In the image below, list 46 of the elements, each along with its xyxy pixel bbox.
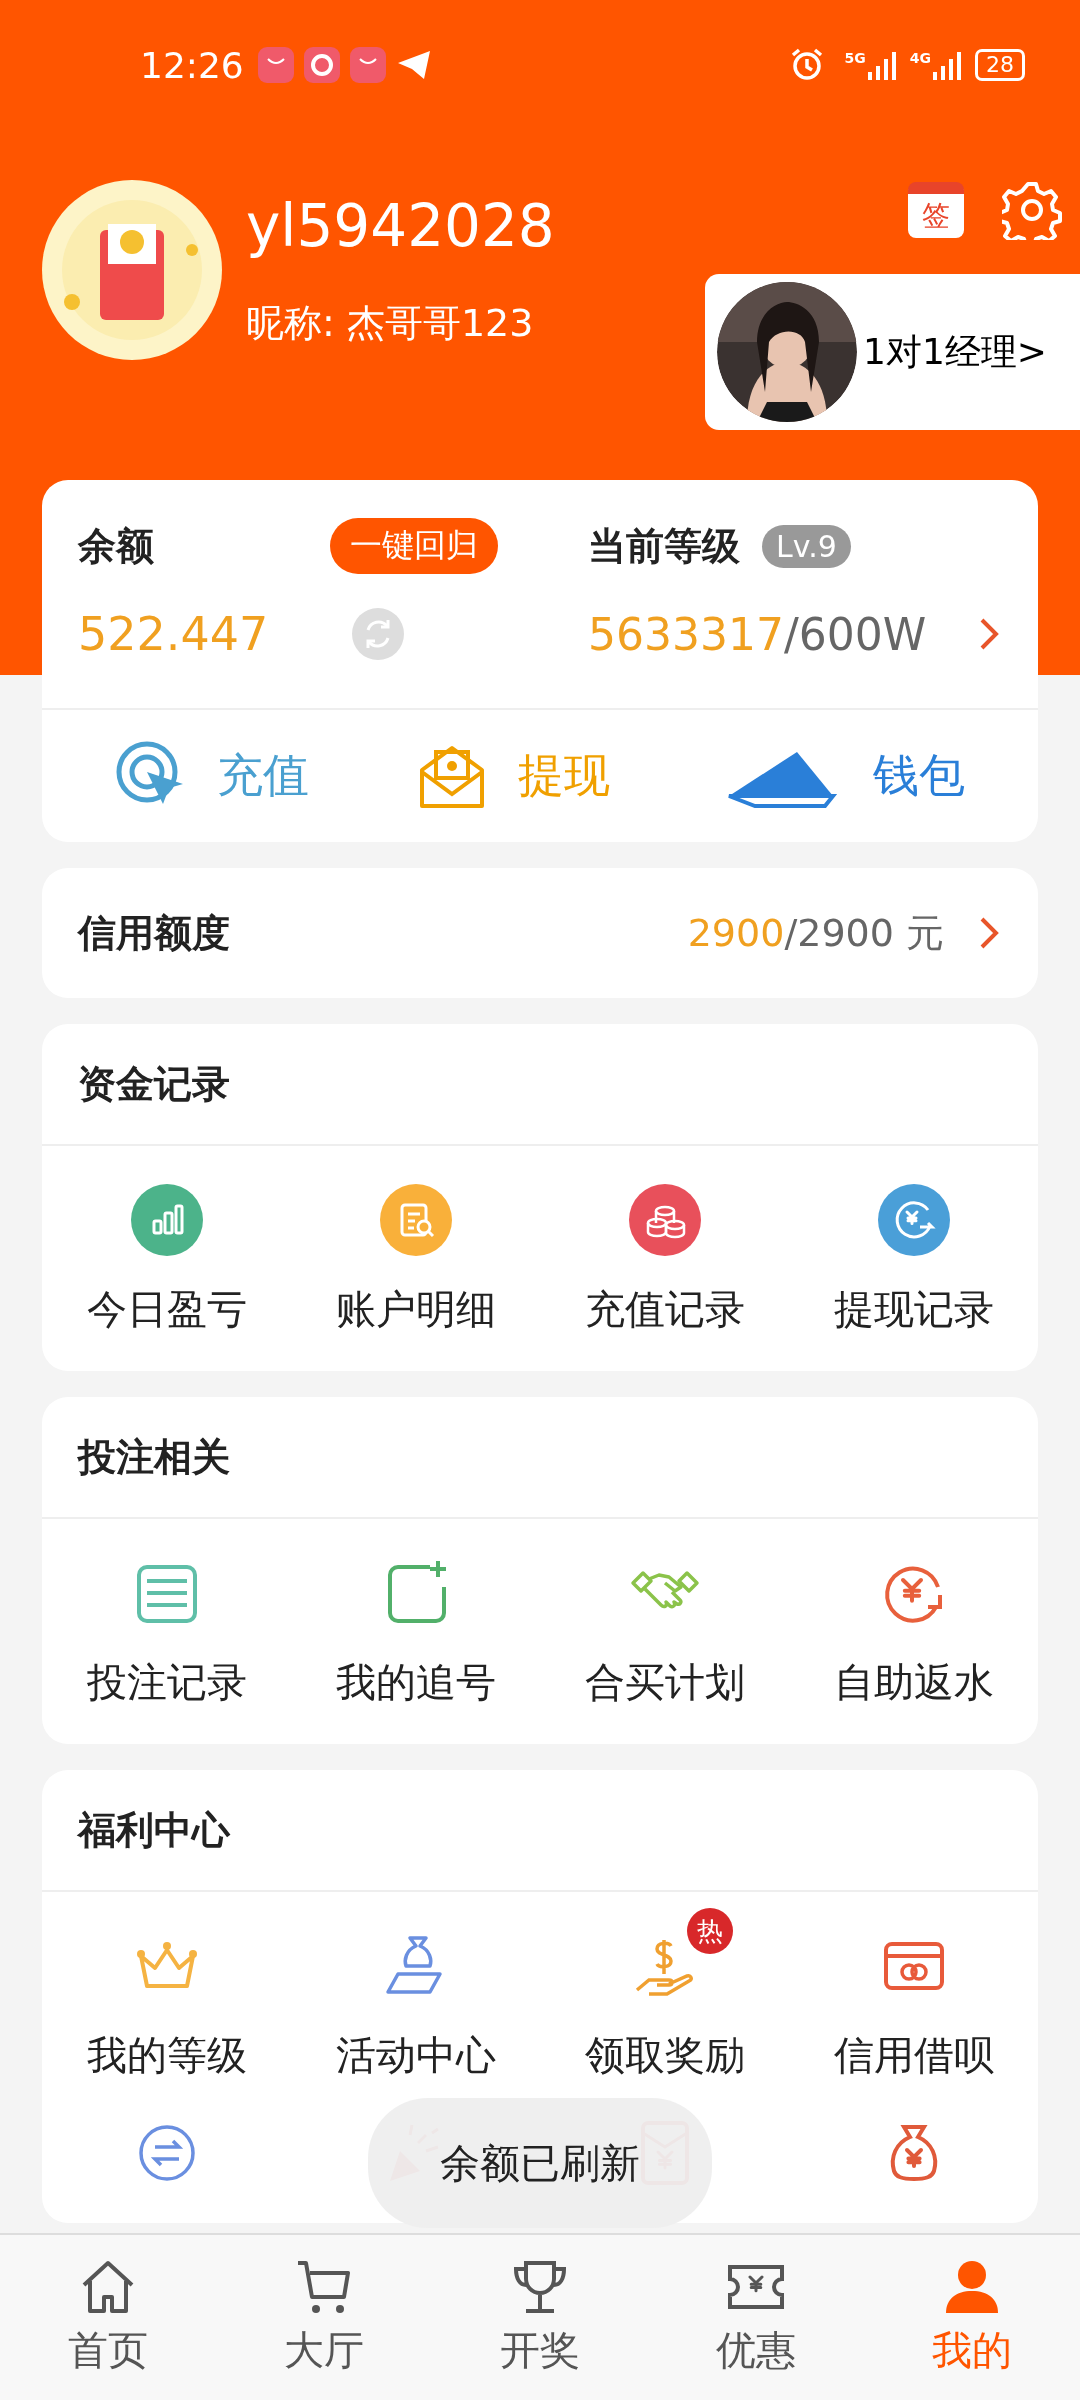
menu-item[interactable]: 账户明细 [335,1184,496,1337]
level-badge: Lv.9 [762,524,851,568]
action-button[interactable]: 钱包 [716,740,965,812]
document-search-icon [379,1184,452,1256]
credit-value: 2900/2900 元 [687,909,944,957]
nav-tab[interactable]: 优惠 [648,2235,864,2400]
level-label: 当前等级 [588,522,740,570]
credit-card-panel[interactable]: 信用额度 2900/2900 元 [42,868,1038,998]
menu-item[interactable]: 自助返水 [833,1557,994,1710]
section-title: 投注相关 [78,1433,230,1481]
nav-tab[interactable]: 大厅 [216,2235,432,2400]
network-label: 4G [909,50,931,66]
balance-label: 余额 [78,522,154,570]
nickname: 昵称: 杰哥哥123 [246,300,535,347]
manager-card[interactable]: 1对1经理> [705,274,1080,430]
battery-level: 28 [975,49,1025,81]
hot-badge: 热 [686,1908,733,1954]
ring-app-icon [303,47,340,83]
username: yl5942028 [246,192,555,260]
bar-chart-icon [130,1184,203,1256]
menu-item[interactable]: 活动中心 [335,1930,496,2083]
credit-label: 信用额度 [78,909,230,957]
menu-item[interactable]: 我的追号 [335,1557,496,1710]
settings-icon[interactable] [1002,180,1062,240]
menu-item[interactable]: 提现记录 [833,1184,994,1337]
status-time: 12:26 [140,44,244,86]
menu-item[interactable]: 充值记录 [584,1184,745,1337]
yen-exchange-icon [877,1184,950,1256]
menu-item[interactable]: 合买计划 [584,1557,745,1710]
nav-tab[interactable]: 开奖 [432,2235,648,2400]
app-store-icon [349,47,386,83]
menu-item[interactable]: 投注记录 [86,1557,247,1710]
sign-in-button[interactable]: 签 [908,182,964,238]
app-store-icon [257,47,294,83]
toast-message: 余额已刷新 [368,2098,712,2228]
section-title: 资金记录 [78,1060,230,1108]
coins-icon [628,1184,701,1256]
menu-item[interactable]: 信用借呗 [833,1930,994,2083]
menu-item[interactable]: 我的等级 [86,1930,247,2083]
balance-amount: 522.447 [78,607,269,661]
section-title: 福利中心 [78,1806,230,1854]
menu-item[interactable]: 今日盈亏 [86,1184,247,1337]
envelope-avatar[interactable] [42,180,222,360]
nav-tab[interactable]: 首页 [0,2235,216,2400]
network-label: 5G [844,50,866,66]
level-points: 5633317/600W [588,608,927,660]
